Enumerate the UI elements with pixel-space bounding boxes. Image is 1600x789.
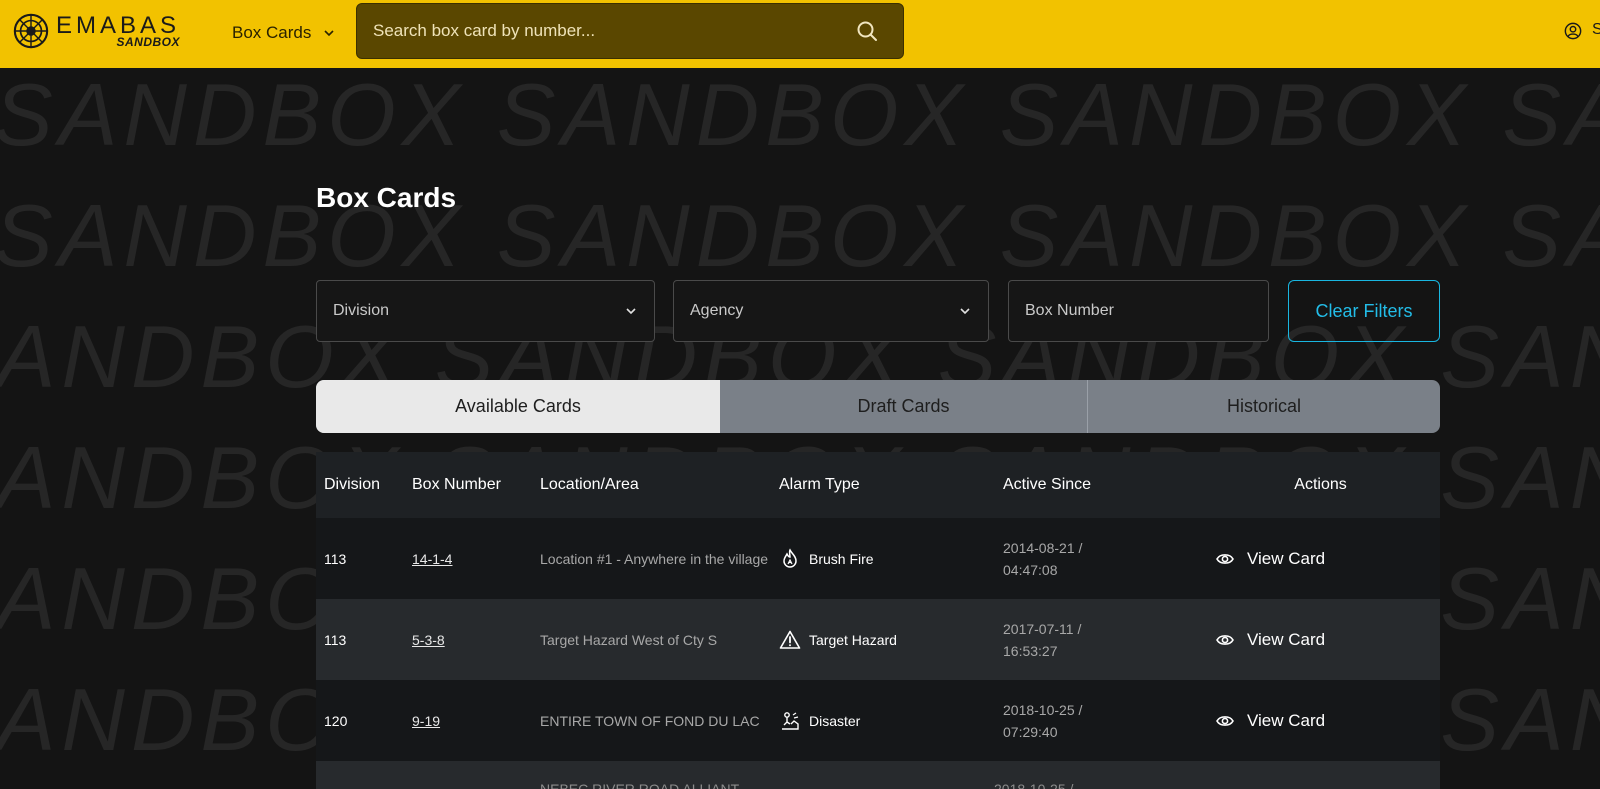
tab-draft-cards[interactable]: Draft Cards: [720, 380, 1088, 433]
column-header-location[interactable]: Location/Area: [532, 476, 771, 494]
user-menu-label[interactable]: S: [1592, 21, 1600, 39]
box-number-link[interactable]: 9-19: [412, 713, 440, 729]
table-row: 113 14-1-4 Location #1 - Anywhere in the…: [316, 518, 1440, 599]
active-since-time: 07:29:40: [1003, 723, 1058, 740]
active-since-date: 2017-07-11 /: [1003, 620, 1082, 637]
column-header-alarm-type[interactable]: Alarm Type: [771, 476, 995, 494]
chevron-down-icon: [960, 308, 970, 315]
watermark-row: SANDBOX SANDBOX SANDBOX SANDBOX: [0, 68, 1600, 164]
view-card-label: View Card: [1247, 629, 1326, 649]
top-navigation-bar: EMABAS SANDBOX Box Cards S: [0, 0, 1600, 68]
view-card-label: View Card: [1247, 548, 1326, 568]
eye-icon: [1216, 553, 1234, 564]
tab-historical[interactable]: Historical: [1088, 380, 1440, 433]
cell-location: ENTIRE TOWN OF FOND DU LAC: [540, 712, 760, 729]
box-number-link[interactable]: 14-1-4: [412, 551, 452, 567]
search-bar: [356, 3, 904, 59]
card-status-tabs: Available Cards Draft Cards Historical: [316, 380, 1440, 433]
cell-alarm-type: Disaster: [779, 710, 995, 732]
cell-active-since: 2018-10-25 / 07:29:40: [995, 699, 1193, 743]
clear-filters-button[interactable]: Clear Filters: [1288, 280, 1440, 342]
warning-triangle-icon: [779, 630, 801, 649]
box-number-placeholder: Box Number: [1025, 302, 1114, 319]
chevron-down-icon: [626, 308, 636, 315]
alarm-type-label: Disaster: [809, 712, 861, 729]
search-input[interactable]: [373, 21, 855, 41]
cell-division: 120: [324, 712, 348, 729]
alarm-type-label: Target Hazard: [809, 631, 897, 648]
cell-alarm-type: Target Hazard: [779, 629, 995, 651]
alarm-type-label: Brush Fire: [809, 550, 874, 567]
column-header-box-number[interactable]: Box Number: [404, 476, 532, 494]
cell-active-since: 2017-07-11 / 16:53:27: [995, 618, 1193, 662]
page-title: Box Cards: [316, 182, 457, 213]
fire-badge-logo-icon: [13, 13, 49, 49]
division-filter-select[interactable]: Division: [316, 280, 655, 342]
disaster-icon: [782, 711, 799, 730]
watermark-row: SANDBOX SANDBOX SANDBOX SANDBOX: [0, 186, 1600, 285]
brush-fire-icon: [783, 547, 797, 568]
box-cards-table: Division Box Number Location/Area Alarm …: [316, 452, 1440, 789]
view-card-label: View Card: [1247, 710, 1326, 730]
view-card-button[interactable]: View Card: [1215, 711, 1440, 731]
view-card-button[interactable]: View Card: [1215, 549, 1440, 569]
cell-active-since: 2018-10-25 /: [994, 781, 1074, 789]
chevron-down-icon: [324, 30, 334, 37]
cell-active-since: 2014-08-21 / 04:47:08: [995, 537, 1193, 581]
agency-filter-label: Agency: [690, 302, 744, 319]
view-card-button[interactable]: View Card: [1215, 630, 1440, 650]
brand-logo[interactable]: EMABAS SANDBOX: [12, 12, 180, 50]
box-number-link[interactable]: 5-3-8: [412, 632, 445, 648]
active-since-time: 16:53:27: [1003, 642, 1058, 659]
cell-alarm-type: Brush Fire: [779, 547, 995, 570]
column-header-actions: Actions: [1294, 476, 1347, 493]
table-row: 113 5-3-8 Target Hazard West of Cty S Ta…: [316, 599, 1440, 680]
cell-division: 113: [324, 631, 347, 648]
table-row: 120 9-19 ENTIRE TOWN OF FOND DU LAC Disa…: [316, 680, 1440, 761]
column-header-active-since[interactable]: Active Since: [995, 476, 1193, 494]
cell-location: NEBEC RIVER ROAD ALLIANT: [540, 781, 740, 789]
active-since-date: 2018-10-25 /: [1003, 701, 1083, 718]
box-number-filter-input[interactable]: Box Number: [1008, 280, 1269, 342]
cell-location: Location #1 - Anywhere in the village: [540, 550, 769, 567]
division-filter-label: Division: [333, 302, 390, 319]
nav-dropdown-label: Box Cards: [232, 23, 312, 42]
active-since-time: 04:47:08: [1003, 561, 1058, 578]
agency-filter-select[interactable]: Agency: [673, 280, 989, 342]
cell-location: Target Hazard West of Cty S: [540, 631, 718, 648]
tab-available-cards[interactable]: Available Cards: [316, 380, 720, 433]
eye-icon: [1216, 634, 1234, 645]
table-row: NEBEC RIVER ROAD ALLIANT 2018-10-25 /: [316, 761, 1440, 789]
box-cards-nav-dropdown[interactable]: Box Cards: [232, 18, 335, 48]
column-header-division[interactable]: Division: [316, 476, 404, 494]
cell-division: 113: [324, 550, 347, 567]
search-icon[interactable]: [855, 19, 879, 43]
active-since-date: 2014-08-21 /: [1003, 539, 1083, 556]
eye-icon: [1216, 715, 1234, 726]
table-header-row: Division Box Number Location/Area Alarm …: [316, 452, 1440, 518]
user-account-icon[interactable]: [1564, 22, 1582, 40]
